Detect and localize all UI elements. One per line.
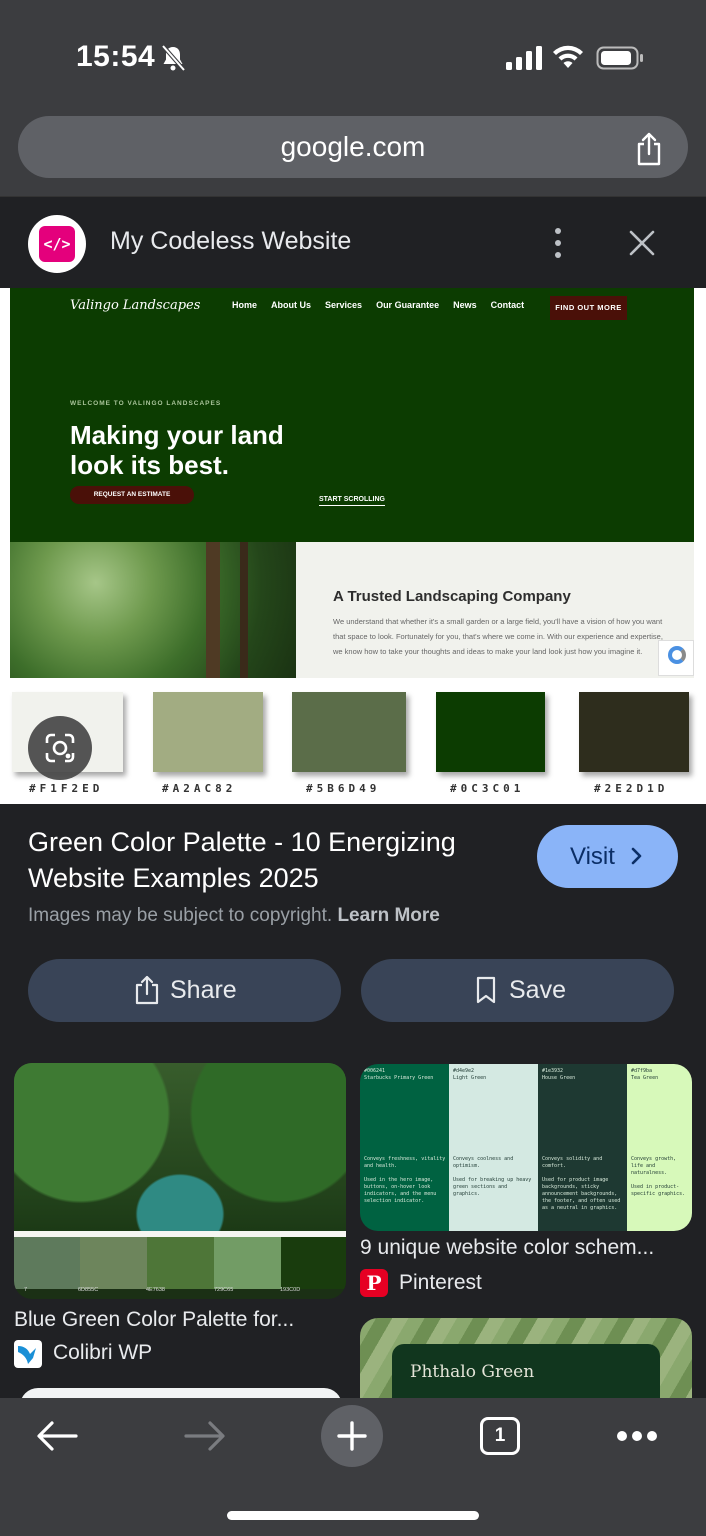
preview-nav-item: Home [232,300,258,310]
swatch-label: #0C3C01 [450,782,525,795]
preview-cta: FIND OUT MORE [550,296,627,320]
palette-column: #d7f9ba Tea Green Conveys growth, life an… [627,1064,692,1231]
swatch-label: #A2AC82 [162,782,237,795]
forward-arrow-icon[interactable] [184,1420,226,1452]
visit-button[interactable]: Visit [537,825,678,888]
cellular-signal-icon [506,46,542,70]
related-source: Colibri WP [53,1341,153,1364]
status-bar: 15:54 [0,0,706,110]
more-menu-icon[interactable] [616,1430,658,1442]
palette-swatch [292,692,406,772]
swatch-label: 7 [24,1287,28,1293]
preview-scroll-link: START SCROLLING [319,496,385,506]
tropical-pool-photo [14,1063,346,1231]
copyright-text: Images may be subject to copyright. [28,905,333,926]
related-image-3[interactable]: Phthalo Green [360,1318,692,1398]
preview-welcome: WELCOME TO VALINGO LANDSCAPES [70,400,222,407]
preview-hero: Valingo Landscapes Home About Us Service… [10,288,694,542]
wifi-icon [553,45,583,68]
address-bar-area: google.com [0,110,706,196]
swatch-label: 729C65 [214,1287,234,1293]
preview-logo: Valingo Landscapes [70,298,201,313]
palette-swatch [153,692,263,772]
address-bar[interactable]: google.com [18,116,688,178]
site-name[interactable]: My Codeless Website [110,227,351,256]
url-text: google.com [280,131,426,162]
palette-swatch [214,1237,281,1289]
palette-swatch [80,1237,147,1289]
preview-section-title: A Trusted Landscaping Company [333,588,571,605]
preview-headline: Making your land look its best. [70,420,284,480]
result-title[interactable]: Green Color Palette - 10 Energizing Webs… [28,824,518,896]
swatch-label: #F1F2ED [29,782,104,795]
recaptcha-icon [658,640,694,676]
home-indicator [227,1511,479,1520]
plus-icon [337,1421,367,1451]
tab-switcher-button[interactable]: 1 [480,1417,520,1455]
preview-nav-item: Our Guarantee [376,300,440,310]
pinterest-icon: P [360,1269,388,1297]
colibri-icon [14,1340,42,1368]
palette-column: #006241 Starbucks Primary Green Conveys f… [360,1064,449,1231]
back-arrow-icon[interactable] [36,1420,78,1452]
share-icon[interactable] [634,132,664,166]
save-label: Save [509,976,566,1004]
palette-swatch [436,692,545,772]
palette-swatch [579,692,689,772]
battery-icon [596,46,643,70]
share-icon [135,975,159,1005]
palette-swatch [281,1237,346,1289]
preview-forest-photo [10,542,296,678]
preview-nav-item: About Us [271,300,312,310]
palette-swatch [147,1237,214,1289]
preview-estimate-button: REQUEST AN ESTIMATE [70,486,194,504]
swatch-label: 6D855C [78,1287,99,1293]
code-icon: </> [39,226,75,262]
swatch-label: #2E2D1D [594,782,669,795]
site-favicon: </> [28,215,86,273]
preview-nav: Home About Us Services Our Guarantee New… [232,300,524,310]
bottom-toolbar: 1 [0,1398,706,1536]
source-header: </> My Codeless Website [0,196,706,288]
bell-muted-icon [161,44,186,72]
related-image-1[interactable]: 7 6D855C 4E7638 729C65 193C0D [14,1063,346,1299]
preview-section-body: We understand that whether it's a small … [333,617,663,656]
status-time: 15:54 [76,40,156,73]
swatch-label: 4E7638 [146,1287,165,1293]
result-image[interactable]: Valingo Landscapes Home About Us Service… [0,288,706,804]
palette-swatch [14,1237,80,1289]
swatch-label: #5B6D49 [306,782,381,795]
close-icon[interactable] [626,227,658,259]
preview-nav-item: News [453,300,477,310]
learn-more-link[interactable]: Learn More [337,905,439,926]
new-tab-button[interactable] [321,1405,383,1467]
chevron-right-icon [631,847,642,865]
more-options-icon[interactable] [550,227,566,259]
share-label: Share [170,976,237,1004]
share-button[interactable]: Share [28,959,341,1022]
bookmark-icon [476,976,496,1004]
copyright-notice: Images may be subject to copyright. Lear… [28,905,440,927]
preview-nav-item: Contact [490,300,525,310]
lens-search-button[interactable] [28,716,92,780]
palette-column: #1e3932 House Green Conveys solidity and … [538,1064,627,1231]
related-source: Pinterest [399,1271,482,1294]
related-caption[interactable]: 9 unique website color schem... [360,1236,654,1260]
related-caption[interactable]: Blue Green Color Palette for... [14,1308,294,1332]
preview-trusted-section: A Trusted Landscaping Company We underst… [296,542,694,678]
preview-nav-item: Services [325,300,363,310]
related-image-2[interactable]: #006241 Starbucks Primary Green Conveys f… [360,1064,692,1231]
save-button[interactable]: Save [361,959,674,1022]
lens-icon [45,733,75,763]
palette-column: #d4e9e2 Light Green Conveys coolness and … [449,1064,538,1231]
visit-label: Visit [570,843,615,870]
swatch-label: 193C0D [280,1287,301,1293]
related-image-text: Phthalo Green [410,1362,535,1382]
